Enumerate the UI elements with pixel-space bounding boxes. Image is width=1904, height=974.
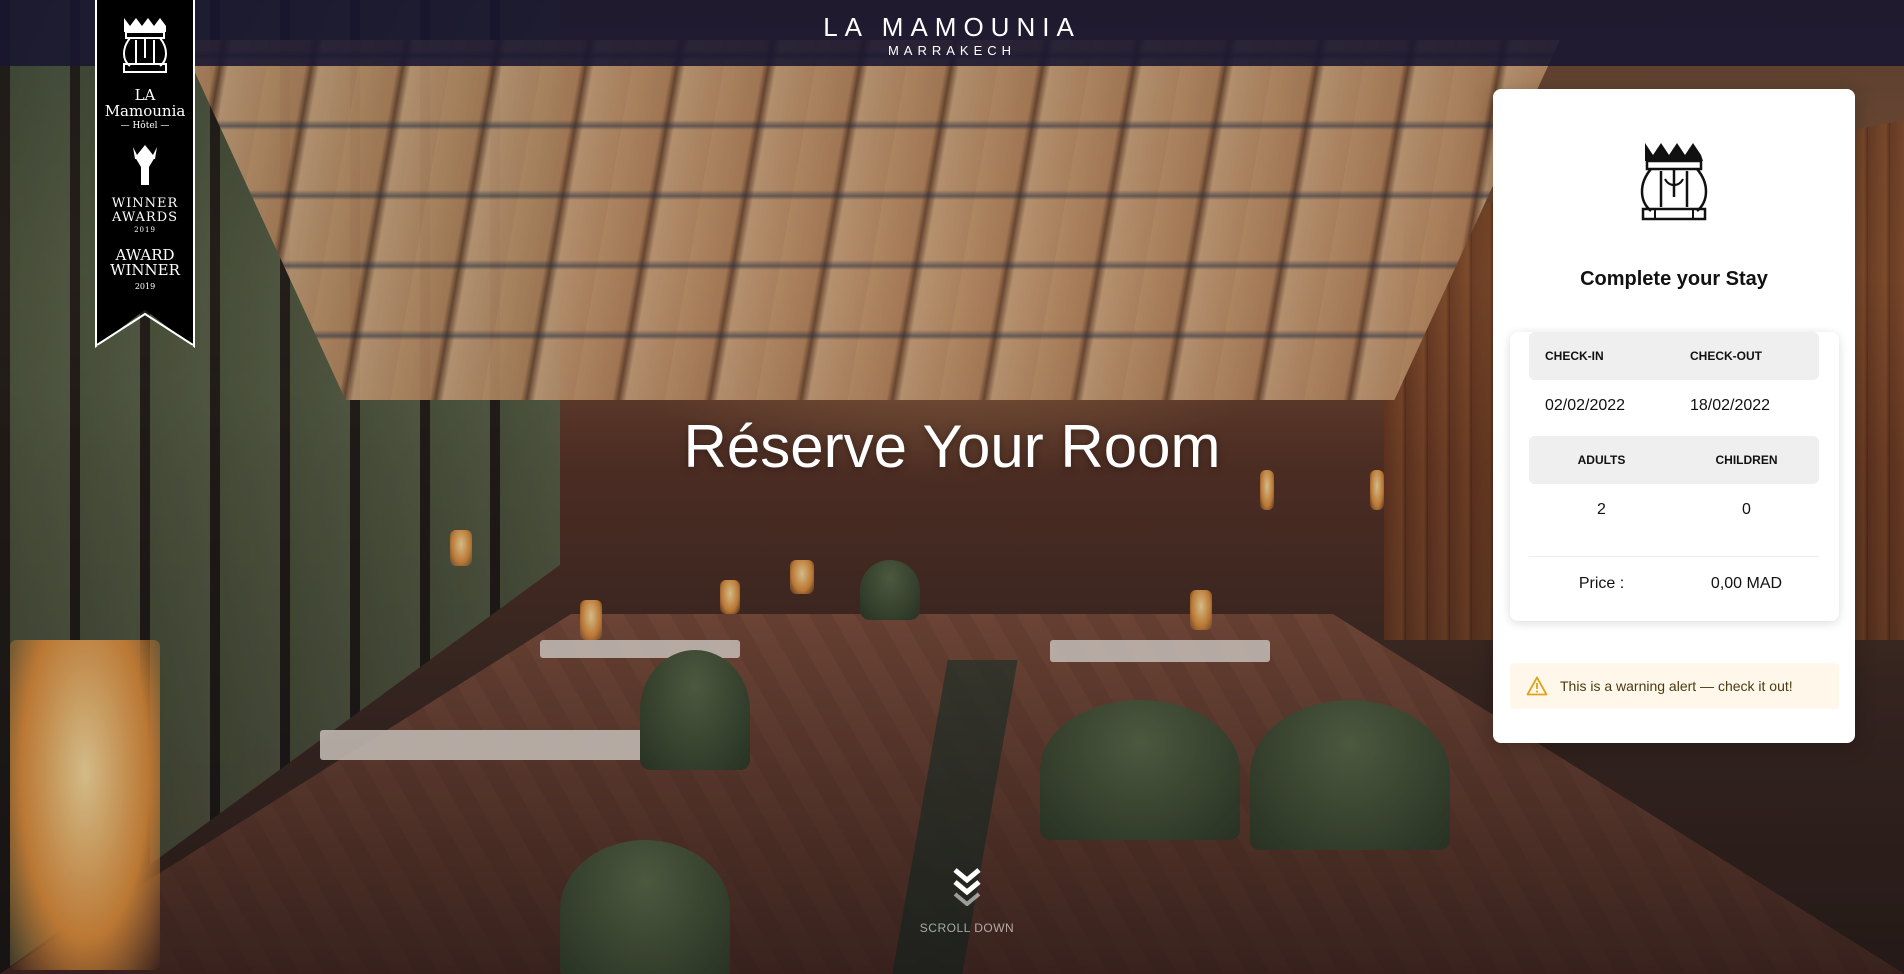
site-header: LA MAMOUNIA MARRAKECH [0,0,1904,66]
ribbon-awards: AWARDS [111,210,179,225]
hotel-crest-icon [1640,143,1708,221]
ribbon-hotel-sub: — Hôtel — [120,121,170,131]
ribbon-winner-year: 2019 [134,226,156,234]
guests-header-row: ADULTS CHILDREN [1529,436,1819,484]
dates-value-row: 02/02/2022 18/02/2022 [1529,380,1819,432]
price-label: Price : [1578,574,1625,592]
adults-value[interactable]: 2 [1529,501,1674,519]
children-value[interactable]: 0 [1674,501,1819,519]
guests-value-row: 2 0 [1529,484,1819,536]
award-ribbon: LA Mamounia — Hôtel — WINNER AWARDS 2019… [95,0,195,348]
brand-city: MARRAKECH [887,43,1017,58]
scroll-down-label: SCROLL DOWN [919,921,1015,935]
brand-logo[interactable]: LA MAMOUNIA MARRAKECH [0,12,1904,58]
adults-label: ADULTS [1577,453,1626,467]
award-figure-icon [133,145,157,185]
price-value: 0,00 MAD [1710,574,1783,592]
ribbon-hotel-name-2: Mamounia [104,102,186,120]
check-in-value[interactable]: 02/02/2022 [1529,397,1674,415]
booking-title: Complete your Stay [1580,268,1768,290]
ribbon-award-winner: WINNER [110,261,180,279]
children-label: CHILDREN [1715,453,1778,467]
ribbon-award-year: 2019 [134,282,156,291]
booking-card: Complete your Stay CHECK-IN CHECK-OUT 02… [1493,89,1855,743]
booking-summary: CHECK-IN CHECK-OUT 02/02/2022 18/02/2022… [1510,332,1839,621]
scroll-down-button[interactable]: SCROLL DOWN [912,866,1022,935]
ribbon-winner: WINNER [111,196,179,211]
dates-header-row: CHECK-IN CHECK-OUT [1529,332,1819,380]
ribbon-hotel-name-1: LA [134,86,156,104]
price-row: Price : 0,00 MAD [1529,556,1819,610]
check-out-value[interactable]: 18/02/2022 [1674,397,1819,415]
hotel-crest-icon [123,18,167,73]
warning-alert-text: This is a warning alert — check it out! [1560,678,1793,694]
check-in-label: CHECK-IN [1545,349,1604,363]
brand-name: LA MAMOUNIA [823,12,1081,42]
check-out-label: CHECK-OUT [1690,349,1762,363]
warning-triangle-icon [1526,676,1548,696]
warning-alert: This is a warning alert — check it out! [1510,663,1839,709]
double-chevron-down-icon [953,868,981,907]
